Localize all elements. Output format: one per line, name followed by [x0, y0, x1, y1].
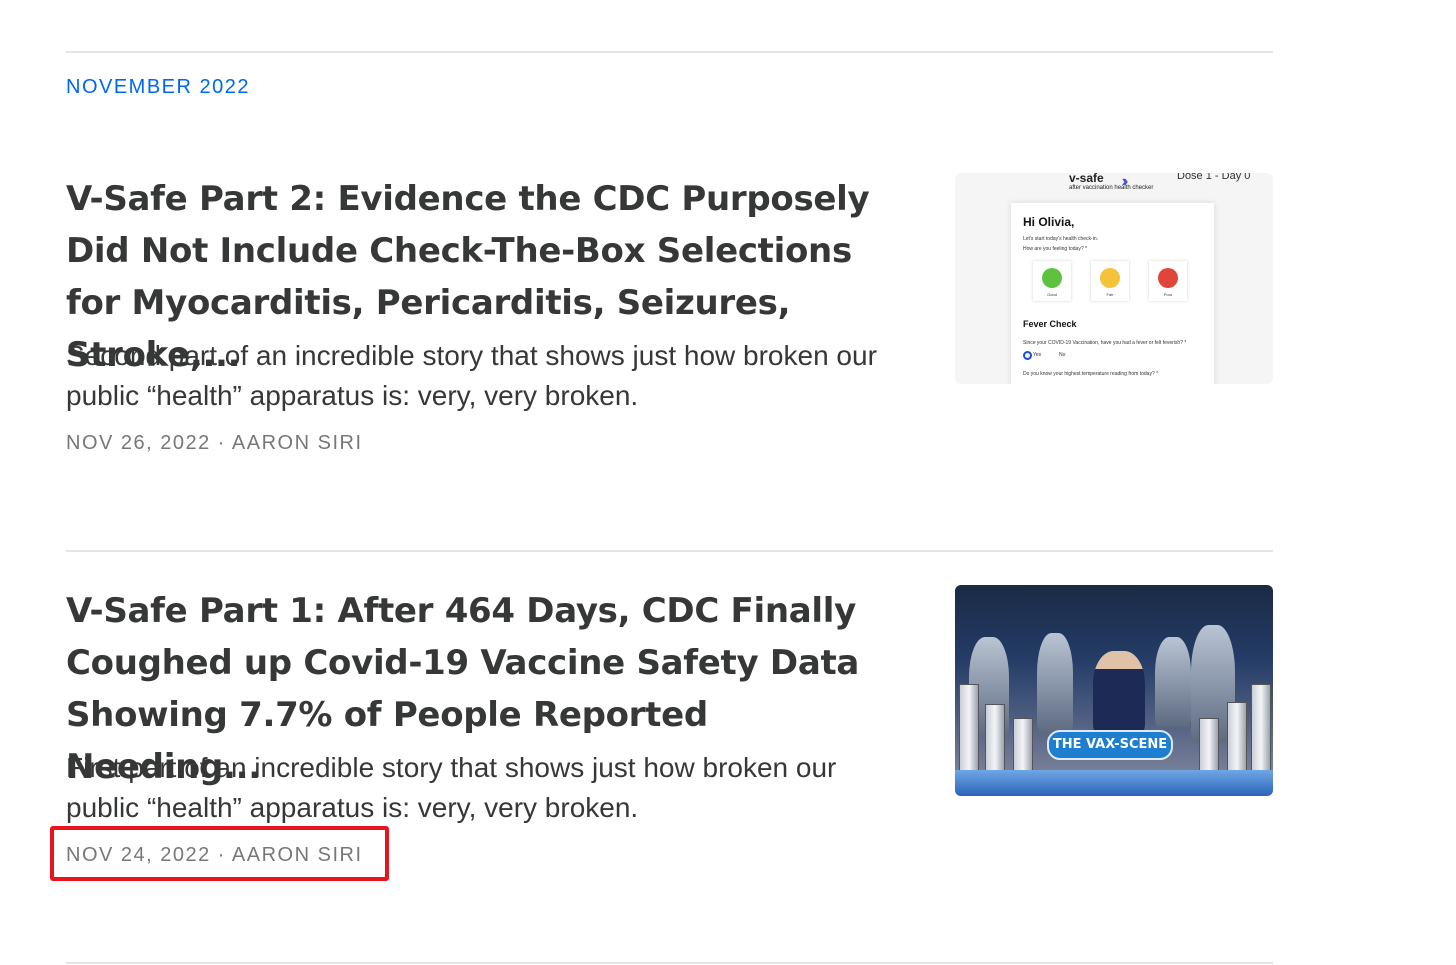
post-meta: NOV 26, 2022 · AARON SIRI — [66, 432, 363, 454]
fever-question: Since your COVID-19 Vaccination, have yo… — [1023, 340, 1187, 346]
vax-scene-banner: THE VAX-SCENE — [1047, 730, 1173, 760]
syringe-icon — [1227, 702, 1247, 776]
month-header: NOVEMBER 2022 — [66, 76, 251, 98]
fever-check-heading: Fever Check — [1023, 319, 1077, 329]
frown-icon — [1158, 268, 1178, 288]
intro-text: Let's start today's health check-in. — [1023, 236, 1099, 242]
face-fair: Fair — [1091, 261, 1129, 301]
dancer — [1155, 637, 1191, 727]
bottom-divider — [66, 962, 1273, 964]
syringe-icon — [959, 684, 979, 776]
dancer — [1037, 633, 1073, 733]
syringe-icon — [1251, 684, 1271, 776]
question-text: How are you feeling today? * — [1023, 246, 1087, 252]
option-yes: Yes — [1033, 352, 1042, 358]
greeting: Hi Olivia, — [1023, 215, 1075, 229]
post-divider — [66, 550, 1273, 552]
post-description: First part of an incredible story that s… — [66, 752, 837, 823]
top-divider — [66, 51, 1273, 53]
temp-question: Do you know your highest temperature rea… — [1023, 371, 1159, 377]
post-item[interactable]: V-Safe Part 2: Evidence the CDC Purposel… — [66, 173, 1273, 473]
smile-icon — [1042, 268, 1062, 288]
post-thumbnail[interactable]: THE VAX-SCENE — [955, 585, 1273, 796]
neutral-face-icon — [1100, 268, 1120, 288]
face-good: Good — [1033, 261, 1071, 301]
option-no: No — [1059, 352, 1066, 358]
form-card: Hi Olivia, Let's start today's health ch… — [1011, 203, 1214, 384]
post-thumbnail[interactable]: v-safeafter vaccination health checker ›… — [955, 173, 1273, 384]
highlight-annotation — [50, 826, 389, 881]
syringe-icon — [1199, 718, 1219, 776]
radio-yes-icon — [1023, 351, 1032, 360]
syringe-icon — [1013, 718, 1033, 776]
face-poor: Poor — [1149, 261, 1187, 301]
vsafe-logo: v-safe after vaccination health checker — [1069, 173, 1154, 191]
syringe-icon — [985, 704, 1005, 776]
dose-label: Dose 1 - Day 0 — [1177, 173, 1251, 182]
post-description: Second part of an incredible story that … — [66, 340, 877, 411]
host — [1093, 651, 1145, 733]
